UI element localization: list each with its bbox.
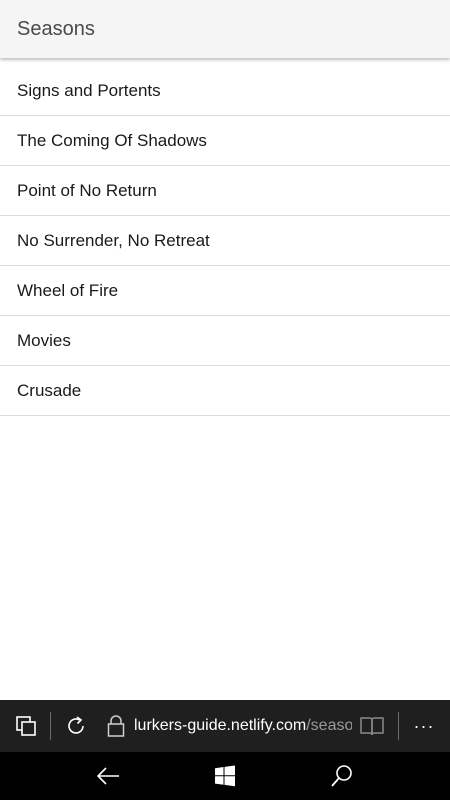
list-item[interactable]: The Coming Of Shadows	[0, 116, 450, 166]
list-item-label: Movies	[17, 331, 71, 350]
browser-bar: lurkers-guide.netlify.com/seaso ···	[0, 700, 450, 752]
tabs-icon	[16, 716, 36, 736]
search-button[interactable]	[312, 752, 372, 800]
search-icon	[331, 765, 352, 787]
list-item[interactable]: Signs and Portents	[0, 66, 450, 116]
back-button[interactable]	[78, 752, 138, 800]
windows-start-icon	[215, 765, 235, 787]
url-host: lurkers-guide.netlify.com	[134, 717, 307, 734]
lock-icon	[107, 715, 125, 737]
list-item-label: The Coming Of Shadows	[17, 131, 207, 150]
reading-view-button[interactable]	[354, 700, 390, 752]
more-button[interactable]: ···	[404, 700, 444, 752]
divider	[398, 712, 399, 740]
list-item[interactable]: Point of No Return	[0, 166, 450, 216]
list-item-label: No Surrender, No Retreat	[17, 231, 210, 250]
list-item-label: Point of No Return	[17, 181, 157, 200]
app-header: Seasons	[0, 0, 450, 58]
refresh-icon	[68, 716, 84, 734]
list-item[interactable]: Crusade	[0, 366, 450, 416]
list-item-label: Signs and Portents	[17, 81, 161, 100]
page-title: Seasons	[17, 18, 95, 40]
list-item-label: Crusade	[17, 381, 82, 400]
divider	[50, 712, 51, 740]
back-arrow-icon	[96, 767, 119, 785]
list-item[interactable]: Wheel of Fire	[0, 266, 450, 316]
season-list: Signs and Portents The Coming Of Shadows…	[0, 66, 450, 416]
url-path: /seaso	[306, 717, 352, 734]
tabs-button[interactable]	[6, 700, 46, 752]
list-item[interactable]: Movies	[0, 316, 450, 366]
list-item[interactable]: No Surrender, No Retreat	[0, 216, 450, 266]
address-bar[interactable]: lurkers-guide.netlify.com/seaso	[106, 700, 352, 752]
system-nav-bar	[0, 752, 450, 800]
screen: Seasons Signs and Portents The Coming Of…	[0, 0, 450, 800]
reading-view-icon	[360, 717, 384, 736]
start-button[interactable]	[195, 752, 255, 800]
refresh-button[interactable]	[56, 700, 96, 752]
more-icon: ···	[413, 715, 435, 736]
list-item-label: Wheel of Fire	[17, 281, 119, 300]
